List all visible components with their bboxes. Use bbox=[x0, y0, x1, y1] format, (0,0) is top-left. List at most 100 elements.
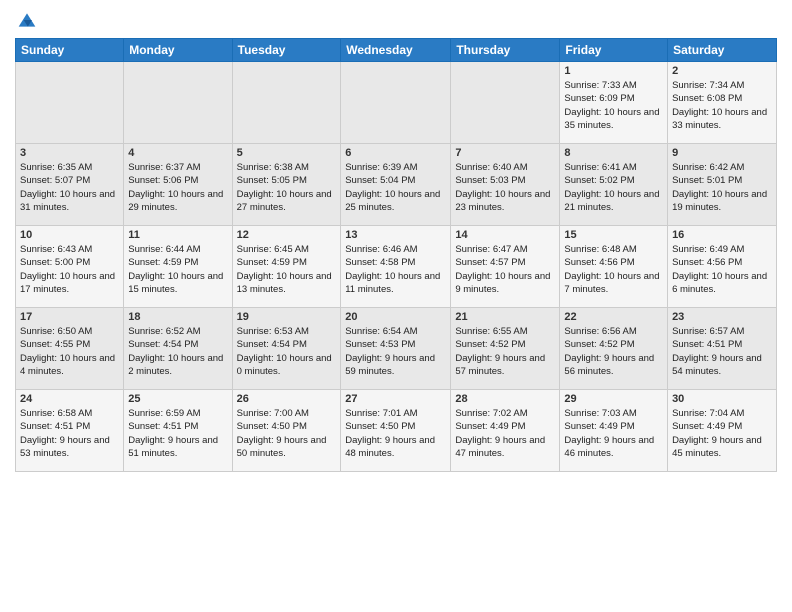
calendar-cell: 3 Sunrise: 6:35 AM Sunset: 5:07 PM Daylig… bbox=[16, 144, 124, 226]
day-info: Sunrise: 6:58 AM Sunset: 4:51 PM Dayligh… bbox=[20, 407, 119, 460]
calendar-cell bbox=[232, 62, 341, 144]
calendar-cell: 23 Sunrise: 6:57 AM Sunset: 4:51 PM Dayli… bbox=[668, 308, 777, 390]
day-info: Sunrise: 6:37 AM Sunset: 5:06 PM Dayligh… bbox=[128, 161, 227, 214]
weekday-header-saturday: Saturday bbox=[668, 39, 777, 62]
day-number: 27 bbox=[345, 393, 446, 405]
weekday-header-sunday: Sunday bbox=[16, 39, 124, 62]
weekday-header-friday: Friday bbox=[560, 39, 668, 62]
calendar-cell: 19 Sunrise: 6:53 AM Sunset: 4:54 PM Dayli… bbox=[232, 308, 341, 390]
day-info: Sunrise: 7:01 AM Sunset: 4:50 PM Dayligh… bbox=[345, 407, 446, 460]
day-info: Sunrise: 7:34 AM Sunset: 6:08 PM Dayligh… bbox=[672, 79, 772, 132]
calendar-cell: 8 Sunrise: 6:41 AM Sunset: 5:02 PM Daylig… bbox=[560, 144, 668, 226]
day-number: 1 bbox=[564, 65, 663, 77]
calendar-cell: 7 Sunrise: 6:40 AM Sunset: 5:03 PM Daylig… bbox=[451, 144, 560, 226]
day-info: Sunrise: 6:49 AM Sunset: 4:56 PM Dayligh… bbox=[672, 243, 772, 296]
calendar-cell: 16 Sunrise: 6:49 AM Sunset: 4:56 PM Dayli… bbox=[668, 226, 777, 308]
calendar-cell: 18 Sunrise: 6:52 AM Sunset: 4:54 PM Dayli… bbox=[124, 308, 232, 390]
day-info: Sunrise: 7:03 AM Sunset: 4:49 PM Dayligh… bbox=[564, 407, 663, 460]
calendar-cell: 24 Sunrise: 6:58 AM Sunset: 4:51 PM Dayli… bbox=[16, 390, 124, 472]
day-info: Sunrise: 6:56 AM Sunset: 4:52 PM Dayligh… bbox=[564, 325, 663, 378]
day-number: 20 bbox=[345, 311, 446, 323]
day-number: 24 bbox=[20, 393, 119, 405]
day-number: 15 bbox=[564, 229, 663, 241]
day-info: Sunrise: 6:39 AM Sunset: 5:04 PM Dayligh… bbox=[345, 161, 446, 214]
day-number: 16 bbox=[672, 229, 772, 241]
day-number: 23 bbox=[672, 311, 772, 323]
weekday-header-wednesday: Wednesday bbox=[341, 39, 451, 62]
day-info: Sunrise: 7:02 AM Sunset: 4:49 PM Dayligh… bbox=[455, 407, 555, 460]
day-info: Sunrise: 6:38 AM Sunset: 5:05 PM Dayligh… bbox=[237, 161, 337, 214]
day-info: Sunrise: 6:50 AM Sunset: 4:55 PM Dayligh… bbox=[20, 325, 119, 378]
day-number: 21 bbox=[455, 311, 555, 323]
calendar-cell: 12 Sunrise: 6:45 AM Sunset: 4:59 PM Dayli… bbox=[232, 226, 341, 308]
calendar-cell: 21Sunrise: 6:55 AM Sunset: 4:52 PM Dayli… bbox=[451, 308, 560, 390]
day-info: Sunrise: 6:53 AM Sunset: 4:54 PM Dayligh… bbox=[237, 325, 337, 378]
calendar-cell bbox=[451, 62, 560, 144]
logo bbox=[15, 10, 37, 30]
weekday-header-thursday: Thursday bbox=[451, 39, 560, 62]
calendar-cell: 28 Sunrise: 7:02 AM Sunset: 4:49 PM Dayli… bbox=[451, 390, 560, 472]
calendar-cell: 14 Sunrise: 6:47 AM Sunset: 4:57 PM Dayli… bbox=[451, 226, 560, 308]
calendar-cell: 4 Sunrise: 6:37 AM Sunset: 5:06 PM Daylig… bbox=[124, 144, 232, 226]
day-info: Sunrise: 6:41 AM Sunset: 5:02 PM Dayligh… bbox=[564, 161, 663, 214]
day-info: Sunrise: 6:43 AM Sunset: 5:00 PM Dayligh… bbox=[20, 243, 119, 296]
day-number: 11 bbox=[128, 229, 227, 241]
header bbox=[15, 10, 777, 30]
calendar-header-row: SundayMondayTuesdayWednesdayThursdayFrid… bbox=[16, 39, 777, 62]
calendar-cell: 22 Sunrise: 6:56 AM Sunset: 4:52 PM Dayli… bbox=[560, 308, 668, 390]
day-number: 8 bbox=[564, 147, 663, 159]
calendar-cell: 25 Sunrise: 6:59 AM Sunset: 4:51 PM Dayli… bbox=[124, 390, 232, 472]
calendar-cell: 5Sunrise: 6:38 AM Sunset: 5:05 PM Daylig… bbox=[232, 144, 341, 226]
calendar-cell: 2 Sunrise: 7:34 AM Sunset: 6:08 PM Daylig… bbox=[668, 62, 777, 144]
day-info: Sunrise: 7:00 AM Sunset: 4:50 PM Dayligh… bbox=[237, 407, 337, 460]
day-info: Sunrise: 6:40 AM Sunset: 5:03 PM Dayligh… bbox=[455, 161, 555, 214]
day-number: 2 bbox=[672, 65, 772, 77]
calendar-table: SundayMondayTuesdayWednesdayThursdayFrid… bbox=[15, 38, 777, 472]
day-number: 22 bbox=[564, 311, 663, 323]
calendar-week-2: 3 Sunrise: 6:35 AM Sunset: 5:07 PM Daylig… bbox=[16, 144, 777, 226]
day-info: Sunrise: 7:04 AM Sunset: 4:49 PM Dayligh… bbox=[672, 407, 772, 460]
calendar-cell: 30 Sunrise: 7:04 AM Sunset: 4:49 PM Dayli… bbox=[668, 390, 777, 472]
day-number: 17 bbox=[20, 311, 119, 323]
day-number: 9 bbox=[672, 147, 772, 159]
calendar-cell: 29 Sunrise: 7:03 AM Sunset: 4:49 PM Dayli… bbox=[560, 390, 668, 472]
calendar-week-4: 17 Sunrise: 6:50 AM Sunset: 4:55 PM Dayli… bbox=[16, 308, 777, 390]
day-number: 19 bbox=[237, 311, 337, 323]
day-info: Sunrise: 6:47 AM Sunset: 4:57 PM Dayligh… bbox=[455, 243, 555, 296]
day-info: Sunrise: 6:45 AM Sunset: 4:59 PM Dayligh… bbox=[237, 243, 337, 296]
weekday-header-monday: Monday bbox=[124, 39, 232, 62]
day-number: 25 bbox=[128, 393, 227, 405]
page: SundayMondayTuesdayWednesdayThursdayFrid… bbox=[0, 0, 792, 612]
calendar-cell: 27 Sunrise: 7:01 AM Sunset: 4:50 PM Dayli… bbox=[341, 390, 451, 472]
day-number: 10 bbox=[20, 229, 119, 241]
day-info: Sunrise: 6:44 AM Sunset: 4:59 PM Dayligh… bbox=[128, 243, 227, 296]
day-number: 7 bbox=[455, 147, 555, 159]
day-number: 18 bbox=[128, 311, 227, 323]
calendar-week-1: 1Sunrise: 7:33 AM Sunset: 6:09 PM Daylig… bbox=[16, 62, 777, 144]
calendar-cell: 13Sunrise: 6:46 AM Sunset: 4:58 PM Dayli… bbox=[341, 226, 451, 308]
day-info: Sunrise: 6:59 AM Sunset: 4:51 PM Dayligh… bbox=[128, 407, 227, 460]
day-info: Sunrise: 6:57 AM Sunset: 4:51 PM Dayligh… bbox=[672, 325, 772, 378]
day-info: Sunrise: 6:48 AM Sunset: 4:56 PM Dayligh… bbox=[564, 243, 663, 296]
calendar-cell: 17 Sunrise: 6:50 AM Sunset: 4:55 PM Dayli… bbox=[16, 308, 124, 390]
day-number: 6 bbox=[345, 147, 446, 159]
calendar-cell: 11 Sunrise: 6:44 AM Sunset: 4:59 PM Dayli… bbox=[124, 226, 232, 308]
calendar-cell bbox=[124, 62, 232, 144]
day-info: Sunrise: 6:52 AM Sunset: 4:54 PM Dayligh… bbox=[128, 325, 227, 378]
day-info: Sunrise: 6:46 AM Sunset: 4:58 PM Dayligh… bbox=[345, 243, 446, 296]
calendar-cell bbox=[341, 62, 451, 144]
calendar-cell: 6 Sunrise: 6:39 AM Sunset: 5:04 PM Daylig… bbox=[341, 144, 451, 226]
day-number: 14 bbox=[455, 229, 555, 241]
day-number: 12 bbox=[237, 229, 337, 241]
calendar-cell: 20Sunrise: 6:54 AM Sunset: 4:53 PM Dayli… bbox=[341, 308, 451, 390]
weekday-header-tuesday: Tuesday bbox=[232, 39, 341, 62]
day-info: Sunrise: 6:42 AM Sunset: 5:01 PM Dayligh… bbox=[672, 161, 772, 214]
day-number: 28 bbox=[455, 393, 555, 405]
day-number: 30 bbox=[672, 393, 772, 405]
day-info: Sunrise: 6:35 AM Sunset: 5:07 PM Dayligh… bbox=[20, 161, 119, 214]
calendar-cell: 26 Sunrise: 7:00 AM Sunset: 4:50 PM Dayli… bbox=[232, 390, 341, 472]
day-number: 4 bbox=[128, 147, 227, 159]
day-number: 26 bbox=[237, 393, 337, 405]
day-number: 3 bbox=[20, 147, 119, 159]
day-number: 29 bbox=[564, 393, 663, 405]
